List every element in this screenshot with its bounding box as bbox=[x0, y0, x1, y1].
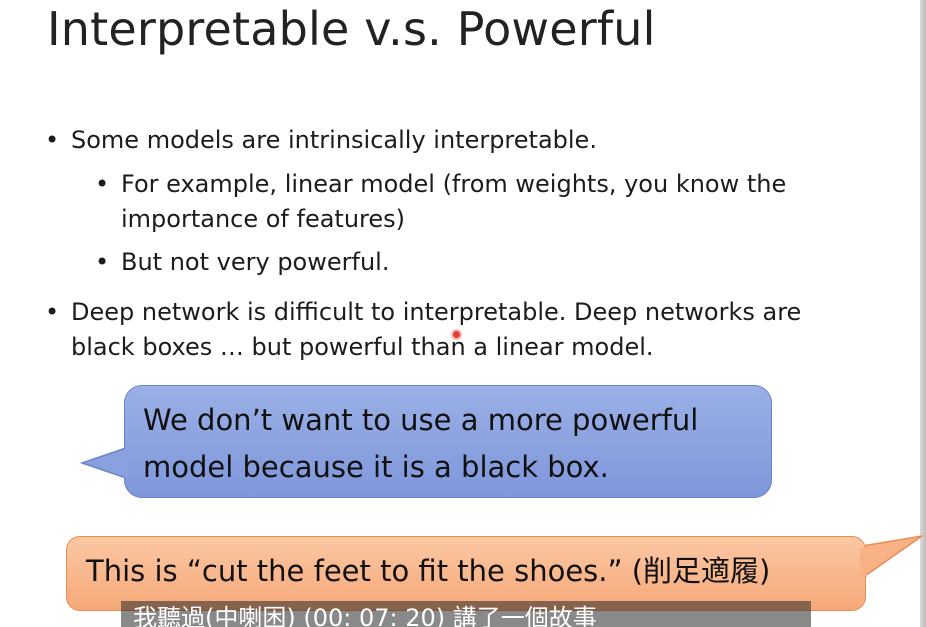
bullet-text: For example, linear model (from weights,… bbox=[121, 170, 787, 233]
blue-callout-tail bbox=[79, 446, 127, 480]
bullet-marker: • bbox=[45, 298, 60, 326]
bullet-item: • Deep network is difficult to interpret… bbox=[45, 295, 861, 365]
bullet-item: • Some models are intrinsically interpre… bbox=[45, 123, 851, 158]
subtitle-text: 我聽過(中喇困) (00: 07: 20) 講了一個故事 bbox=[133, 604, 597, 627]
bullet-marker: • bbox=[95, 248, 110, 276]
sub-bullet-item: • For example, linear model (from weight… bbox=[95, 167, 891, 237]
orange-callout-text: This is “cut the feet to fit the shoes.”… bbox=[86, 554, 771, 588]
bullet-text: But not very powerful. bbox=[121, 248, 390, 276]
pointer-cursor-icon bbox=[451, 329, 462, 340]
bullet-text: Deep network is difficult to interpretab… bbox=[71, 298, 802, 361]
window-edge bbox=[920, 0, 926, 627]
sub-bullet-item: • But not very powerful. bbox=[95, 245, 891, 280]
orange-callout-tail bbox=[861, 535, 923, 580]
bullet-marker: • bbox=[95, 170, 110, 198]
blue-callout-text: We don’t want to use a more powerful mod… bbox=[143, 403, 699, 484]
bullet-text: Some models are intrinsically interpreta… bbox=[71, 126, 597, 154]
slide-title: Interpretable v.s. Powerful bbox=[47, 2, 656, 56]
slide: Interpretable v.s. Powerful • Some model… bbox=[0, 0, 926, 627]
bullet-marker: • bbox=[45, 126, 60, 154]
